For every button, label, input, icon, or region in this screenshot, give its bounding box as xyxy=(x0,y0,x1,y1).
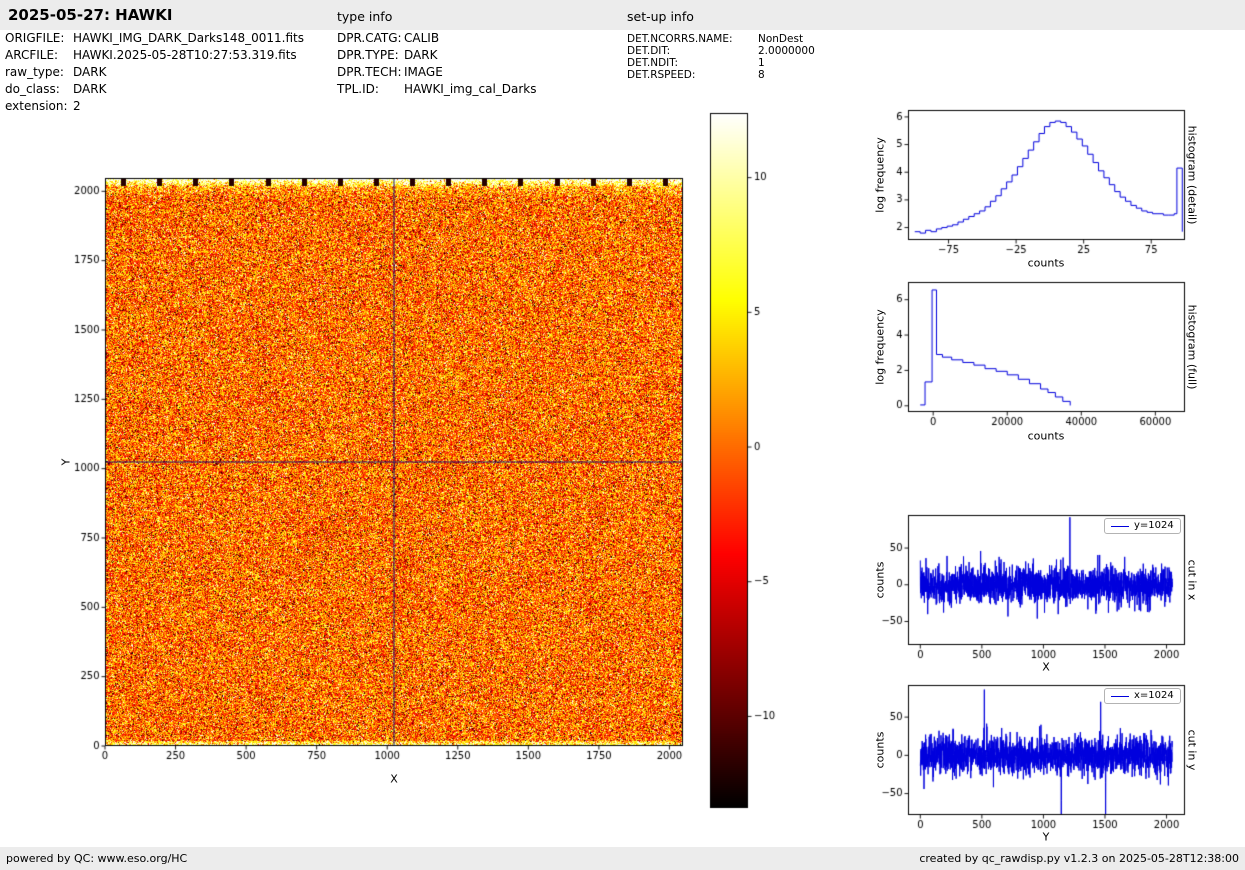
info-label: DET.NDIT: xyxy=(627,57,758,69)
file-info-block: ORIGFILE:HAWKI_IMG_DARK_Darks148_0011.fi… xyxy=(5,31,304,116)
histogram-detail-plot xyxy=(868,98,1198,266)
info-label: DET.RSPEED: xyxy=(627,69,758,81)
info-row: DET.NDIT:1 xyxy=(627,57,815,69)
info-label: ARCFILE: xyxy=(5,48,73,62)
info-row: DPR.TECH:IMAGE xyxy=(337,65,537,82)
info-row: raw_type:DARK xyxy=(5,65,304,82)
info-row: TPL.ID:HAWKI_img_cal_Darks xyxy=(337,82,537,99)
setup-info-block: DET.NCORRS.NAME:NonDest DET.DIT:2.000000… xyxy=(627,33,815,81)
header-bar: 2025-05-27: HAWKI type info set-up info xyxy=(0,0,1245,30)
info-label: raw_type: xyxy=(5,65,73,79)
info-value: DARK xyxy=(404,48,437,62)
histogram-detail-right-label: histogram (detail) xyxy=(1187,126,1198,225)
colorbar xyxy=(708,110,803,814)
page-title: 2025-05-27: HAWKI xyxy=(8,6,172,24)
info-label: DPR.CATG: xyxy=(337,31,404,45)
cut-in-y-ylabel: counts xyxy=(875,732,886,769)
footer-left-text: powered by QC: www.eso.org/HC xyxy=(6,852,187,865)
info-row: DPR.CATG:CALIB xyxy=(337,31,537,48)
info-value: 2 xyxy=(73,99,81,113)
legend-label: x=1024 xyxy=(1134,691,1174,701)
info-value: IMAGE xyxy=(404,65,443,79)
legend-label: y=1024 xyxy=(1134,521,1174,531)
legend-line-icon xyxy=(1111,526,1129,527)
detector-image-plot xyxy=(55,155,705,785)
info-row: DET.RSPEED:8 xyxy=(627,69,815,81)
info-label: TPL.ID: xyxy=(337,82,404,96)
info-value: HAWKI.2025-05-28T10:27:53.319.fits xyxy=(73,48,297,62)
cut-in-y-right-label: cut in y xyxy=(1187,730,1198,771)
footer-right-text: created by qc_rawdisp.py v1.2.3 on 2025-… xyxy=(919,852,1239,865)
main-ylabel: Y xyxy=(61,459,72,466)
info-value: 2.0000000 xyxy=(758,45,815,57)
cut-in-x-legend: y=1024 xyxy=(1104,518,1181,534)
info-value: DARK xyxy=(73,82,106,96)
info-row: ARCFILE:HAWKI.2025-05-28T10:27:53.319.fi… xyxy=(5,48,304,65)
info-value: NonDest xyxy=(758,33,803,45)
info-row: DET.NCORRS.NAME:NonDest xyxy=(627,33,815,45)
main-xlabel: X xyxy=(390,774,398,785)
info-label: extension: xyxy=(5,99,73,113)
cut-in-x-xlabel: X xyxy=(1042,662,1050,673)
setup-info-heading: set-up info xyxy=(627,9,694,24)
info-value: 8 xyxy=(758,69,765,81)
info-label: do_class: xyxy=(5,82,73,96)
histogram-full-ylabel: log frequency xyxy=(875,309,886,384)
info-row: DET.DIT:2.0000000 xyxy=(627,45,815,57)
cut-in-y-legend: x=1024 xyxy=(1104,688,1181,704)
info-value: 1 xyxy=(758,57,765,69)
info-label: DPR.TECH: xyxy=(337,65,404,79)
cut-in-y-xlabel: Y xyxy=(1043,832,1050,843)
info-label: DPR.TYPE: xyxy=(337,48,404,62)
histogram-full-right-label: histogram (full) xyxy=(1187,305,1198,390)
type-info-heading: type info xyxy=(337,9,392,24)
info-label: DET.NCORRS.NAME: xyxy=(627,33,758,45)
qc-report-page: 2025-05-27: HAWKI type info set-up info … xyxy=(0,0,1245,870)
info-value: DARK xyxy=(73,65,106,79)
histogram-full-plot xyxy=(868,270,1198,438)
info-value: CALIB xyxy=(404,31,439,45)
info-row: do_class:DARK xyxy=(5,82,304,99)
info-value: HAWKI_IMG_DARK_Darks148_0011.fits xyxy=(73,31,304,45)
info-row: ORIGFILE:HAWKI_IMG_DARK_Darks148_0011.fi… xyxy=(5,31,304,48)
legend-line-icon xyxy=(1111,696,1129,697)
histogram-detail-ylabel: log frequency xyxy=(875,137,886,212)
cut-in-x-ylabel: counts xyxy=(875,562,886,599)
type-info-block: DPR.CATG:CALIB DPR.TYPE:DARK DPR.TECH:IM… xyxy=(337,31,537,99)
info-label: ORIGFILE: xyxy=(5,31,73,45)
info-value: HAWKI_img_cal_Darks xyxy=(404,82,537,96)
info-row: DPR.TYPE:DARK xyxy=(337,48,537,65)
histogram-detail-xlabel: counts xyxy=(1028,258,1065,269)
cut-in-x-right-label: cut in x xyxy=(1187,560,1198,601)
histogram-full-xlabel: counts xyxy=(1028,431,1065,442)
info-row: extension:2 xyxy=(5,99,304,116)
info-label: DET.DIT: xyxy=(627,45,758,57)
